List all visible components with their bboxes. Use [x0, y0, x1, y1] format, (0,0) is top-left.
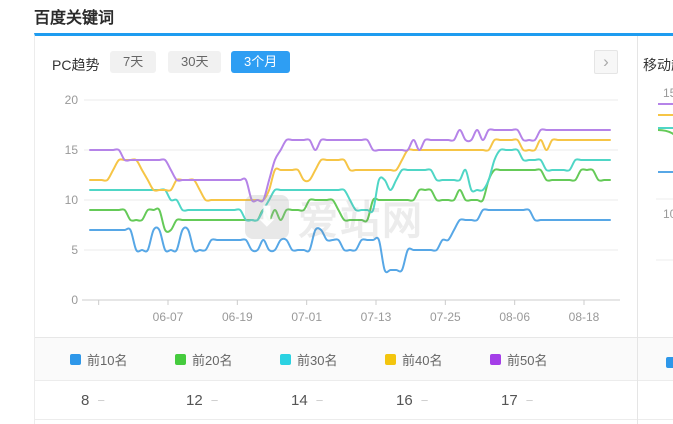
- svg-text:06-19: 06-19: [222, 310, 253, 324]
- summary-top10: 8 −: [70, 392, 175, 409]
- summary-value: 17: [501, 392, 518, 409]
- next-panel-button[interactable]: ›: [594, 50, 618, 74]
- svg-text:15: 15: [65, 143, 79, 157]
- legend-item-top40[interactable]: 前40名: [385, 350, 490, 369]
- legend-row: 前10名 前20名 前30名 前40名 前50名: [35, 337, 673, 380]
- summary-top40: 16 −: [385, 392, 490, 409]
- tab-7-days[interactable]: 7天: [110, 51, 156, 73]
- legend-label-top10: 前10名: [87, 350, 127, 369]
- mobile-trend-label: 移动趋势: [643, 55, 673, 75]
- legend-item-top50[interactable]: 前50名: [490, 350, 595, 369]
- svg-text:07-25: 07-25: [430, 310, 461, 324]
- top30-swatch-icon: [280, 354, 291, 365]
- pc-trend-label: PC趋势: [52, 55, 99, 75]
- trend-dash: −: [421, 393, 429, 408]
- svg-text:08-06: 08-06: [499, 310, 530, 324]
- svg-text:07-01: 07-01: [291, 310, 322, 324]
- svg-text:0: 0: [71, 293, 78, 307]
- panel-divider: [637, 36, 638, 424]
- tab-3-months[interactable]: 3个月: [231, 51, 290, 73]
- screen: 百度关键词 PC趋势 7天 30天 3个月 › 0 5 10 15 20 06-07 06-…: [0, 0, 673, 424]
- mobile-chart-fragment: [650, 98, 673, 268]
- tab-30-days[interactable]: 30天: [168, 51, 221, 73]
- summary-top30: 14 −: [280, 392, 385, 409]
- svg-text:07-13: 07-13: [361, 310, 392, 324]
- chevron-right-icon: ›: [603, 52, 609, 71]
- legend-label-top50: 前50名: [507, 350, 547, 369]
- trend-dash: −: [316, 393, 324, 408]
- top10-swatch-icon: [70, 354, 81, 365]
- svg-text:5: 5: [71, 243, 78, 257]
- svg-text:10: 10: [65, 193, 79, 207]
- summary-value: 12: [186, 392, 203, 409]
- legend-label-top30: 前30名: [297, 350, 337, 369]
- legend-label-top20: 前20名: [192, 350, 232, 369]
- svg-text:08-18: 08-18: [569, 310, 600, 324]
- trend-dash: −: [211, 393, 219, 408]
- svg-text:06-07: 06-07: [153, 310, 184, 324]
- summary-value: 16: [396, 392, 413, 409]
- legend-item-top30[interactable]: 前30名: [280, 350, 385, 369]
- top20-swatch-icon: [175, 354, 186, 365]
- page-title: 百度关键词: [34, 4, 114, 28]
- top40-swatch-icon: [385, 354, 396, 365]
- svg-text:20: 20: [65, 93, 79, 107]
- mobile-legend-swatch-icon: [666, 357, 673, 368]
- keyword-trend-card: PC趋势 7天 30天 3个月 › 0 5 10 15 20 06-07 06-19 07-0…: [34, 33, 673, 424]
- legend-item-top10[interactable]: 前10名: [70, 350, 175, 369]
- trend-dash: −: [97, 393, 105, 408]
- top50-swatch-icon: [490, 354, 501, 365]
- summary-top50: 17 −: [490, 392, 595, 409]
- pc-trend-chart: 0 5 10 15 20 06-07 06-19 07-01 07-13 07-25 08-06 08…: [58, 88, 633, 328]
- legend-item-top20[interactable]: 前20名: [175, 350, 280, 369]
- summary-value: 14: [291, 392, 308, 409]
- summary-row: 8 − 12 − 14 − 16 − 17 −: [35, 380, 673, 420]
- legend-label-top40: 前40名: [402, 350, 442, 369]
- trend-dash: −: [526, 393, 534, 408]
- summary-value: 8: [81, 392, 89, 409]
- summary-top20: 12 −: [175, 392, 280, 409]
